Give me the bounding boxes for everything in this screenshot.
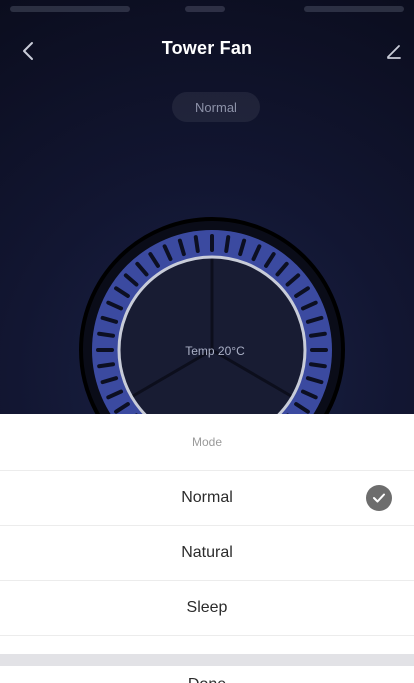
dial-tick <box>308 331 327 338</box>
mode-option-label: Natural <box>181 544 233 561</box>
status-bar-left <box>10 6 130 12</box>
checkmark-icon <box>366 485 392 511</box>
edit-button[interactable] <box>382 38 406 64</box>
mode-option-normal[interactable]: Normal <box>0 471 414 526</box>
mode-option-sleep[interactable]: Sleep <box>0 581 414 636</box>
status-bar-time <box>185 6 225 12</box>
dial-tick <box>224 235 231 254</box>
mode-picker-sheet: Mode Normal Natural Sleep Done <box>0 414 414 683</box>
mode-option-label: Normal <box>181 489 233 506</box>
status-bar <box>0 0 414 20</box>
pencil-icon <box>387 45 401 59</box>
dial-tick <box>308 362 327 369</box>
dial-tick <box>193 235 200 254</box>
sheet-spacer <box>0 636 414 654</box>
mode-picker-title: Mode <box>0 414 414 471</box>
sheet-divider <box>0 654 414 666</box>
temperature-label: Temp 20°C <box>185 344 245 358</box>
done-button[interactable]: Done <box>0 666 414 683</box>
dial-tick <box>97 362 116 369</box>
device-screen: Tower Fan Normal Temp 20°C Mode Normal N… <box>0 0 414 683</box>
dial-tick <box>97 331 116 338</box>
current-mode-badge: Normal <box>172 92 260 122</box>
page-title: Tower Fan <box>161 38 253 58</box>
mode-option-label: Sleep <box>186 599 228 616</box>
status-bar-right <box>304 6 404 12</box>
mode-option-natural[interactable]: Natural <box>0 526 414 581</box>
